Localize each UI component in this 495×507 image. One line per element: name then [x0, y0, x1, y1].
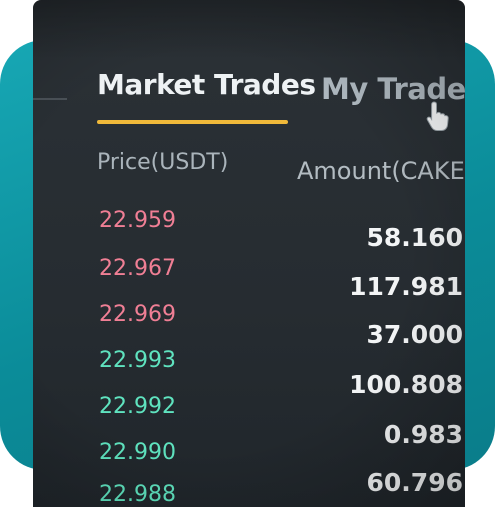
column-header-amount: Amount(CAKE) — [297, 157, 465, 185]
trade-amount: 0.983 — [383, 420, 463, 449]
trade-price: 22.992 — [99, 394, 176, 419]
trade-price: 22.967 — [99, 256, 176, 281]
trade-price: 22.969 — [99, 302, 176, 327]
trade-price: 22.988 — [99, 482, 176, 507]
stage: Market Trades My Trades Price(USDT) Amou… — [0, 0, 495, 507]
trade-amount: 117.981 — [349, 272, 463, 301]
trade-amount: 58.160 — [366, 223, 463, 252]
trade-amount: 100.808 — [349, 370, 463, 399]
divider — [33, 98, 67, 100]
trade-amount: 60.796 — [366, 468, 463, 497]
column-header-price: Price(USDT) — [97, 150, 229, 175]
hand-pointer-icon — [426, 101, 449, 131]
trades-panel: Market Trades My Trades Price(USDT) Amou… — [33, 0, 465, 507]
trade-price: 22.993 — [99, 348, 176, 373]
active-tab-indicator — [97, 120, 288, 124]
trade-price: 22.990 — [99, 440, 176, 465]
trade-amount: 37.000 — [366, 320, 463, 349]
tab-market-trades[interactable]: Market Trades — [97, 68, 316, 101]
trade-price: 22.959 — [99, 208, 176, 233]
